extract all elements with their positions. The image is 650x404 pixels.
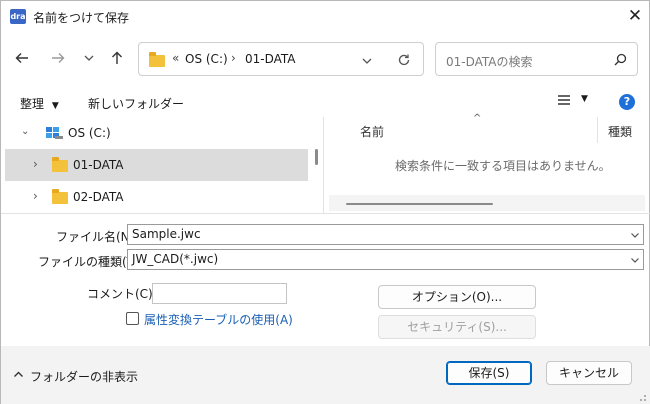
options-button[interactable]: オプション(O)...: [378, 285, 536, 309]
app-icon: dra: [10, 9, 26, 24]
filename-value: Sample.jwc: [132, 227, 201, 241]
navigation-tree: ⌄ OS (C:) › 01-DATA › 02-DATA: [1, 117, 323, 213]
caret-down-icon: ▼: [51, 101, 59, 111]
tree-item-label: OS (C:): [68, 126, 111, 140]
close-button[interactable]: ✕: [623, 3, 647, 29]
attr-table-checkbox[interactable]: [126, 312, 139, 325]
save-as-dialog: dra 名前をつけて保存 ✕ « OS (C:) › 01-DATA 01-DA…: [0, 0, 650, 404]
close-icon: ✕: [627, 6, 643, 26]
divider: [1, 213, 650, 214]
arrow-up-icon: [112, 51, 122, 64]
drive-icon: [46, 127, 63, 139]
arrow-right-icon: [52, 53, 65, 63]
chevron-down-icon[interactable]: ⌄: [21, 126, 29, 137]
tree-item-label: 02-DATA: [73, 190, 124, 204]
back-button[interactable]: [10, 45, 34, 71]
filetype-select[interactable]: JW_CAD(*.jwc): [127, 249, 644, 270]
comment-field[interactable]: [152, 283, 287, 304]
forward-button[interactable]: [46, 45, 70, 71]
security-button[interactable]: セキュリティ(S)...: [378, 315, 536, 339]
breadcrumb-item-01-data[interactable]: 01-DATA: [245, 52, 296, 66]
new-folder-button[interactable]: 新しいフォルダー: [88, 95, 184, 112]
hide-folders-toggle[interactable]: フォルダーの非表示: [13, 369, 138, 384]
caret-down-icon: ▼: [581, 94, 588, 104]
search-box[interactable]: 01-DATAの検索: [435, 42, 638, 76]
breadcrumb-item-os[interactable]: OS (C:): [185, 52, 228, 66]
address-bar[interactable]: « OS (C:) › 01-DATA: [138, 42, 424, 76]
footer-bar: フォルダーの非表示 保存(S) キャンセル: [1, 346, 650, 404]
pane-divider[interactable]: [323, 117, 324, 213]
tree-item-02-data[interactable]: › 02-DATA: [5, 181, 308, 213]
tree-item-os[interactable]: ⌄ OS (C:): [5, 117, 308, 149]
breadcrumb-separator-icon: ›: [231, 51, 236, 65]
hide-folders-label: フォルダーの非表示: [30, 370, 139, 384]
address-dropdown-chevron-icon[interactable]: [361, 55, 373, 67]
view-options-button[interactable]: ▼: [557, 94, 588, 109]
chevron-down-icon: [84, 55, 94, 61]
arrow-left-icon: [15, 53, 28, 63]
resize-grip-icon[interactable]: [637, 392, 647, 402]
attr-table-label[interactable]: 属性変換テーブルの使用(A): [144, 311, 293, 328]
folder-icon: [149, 52, 165, 67]
folder-icon: [52, 189, 68, 204]
empty-message: 検索条件に一致する項目はありません。: [395, 159, 611, 173]
sort-up-icon: ^: [473, 113, 482, 124]
tree-scrollbar[interactable]: [315, 149, 318, 165]
filename-field[interactable]: Sample.jwc: [127, 224, 644, 245]
chevron-right-icon[interactable]: ›: [33, 189, 38, 203]
list-view-icon: [558, 95, 570, 105]
recent-locations-button[interactable]: [77, 45, 101, 71]
organize-label: 整理: [20, 97, 45, 111]
scrollbar-thumb[interactable]: [346, 203, 493, 205]
folder-icon: [52, 157, 68, 172]
tree-item-01-data[interactable]: › 01-DATA: [5, 149, 308, 181]
search-icon: [614, 53, 627, 66]
column-header-type[interactable]: 種類: [608, 123, 632, 140]
column-divider[interactable]: [597, 117, 598, 143]
horizontal-scrollbar[interactable]: [329, 195, 645, 211]
help-icon[interactable]: ?: [619, 94, 635, 110]
chevron-down-icon[interactable]: [630, 230, 640, 240]
chevron-down-icon[interactable]: [630, 255, 640, 265]
tree-item-label: 01-DATA: [73, 158, 124, 172]
file-list: ^ 名前 種類 検索条件に一致する項目はありません。: [329, 113, 645, 211]
chevron-up-icon: [14, 371, 23, 377]
breadcrumb-overflow[interactable]: «: [172, 51, 179, 65]
filetype-value: JW_CAD(*.jwc): [132, 252, 219, 266]
dialog-title: 名前をつけて保存: [33, 11, 130, 25]
refresh-icon[interactable]: [397, 53, 411, 67]
chevron-right-icon[interactable]: ›: [33, 157, 38, 171]
comment-label: コメント(C) :: [87, 287, 161, 301]
organize-menu[interactable]: 整理 ▼: [20, 95, 59, 112]
search-input[interactable]: 01-DATAの検索: [446, 53, 533, 70]
save-button[interactable]: 保存(S): [446, 361, 532, 385]
cancel-button[interactable]: キャンセル: [546, 361, 632, 385]
column-header-name[interactable]: 名前: [360, 123, 384, 140]
up-button[interactable]: [105, 45, 129, 71]
